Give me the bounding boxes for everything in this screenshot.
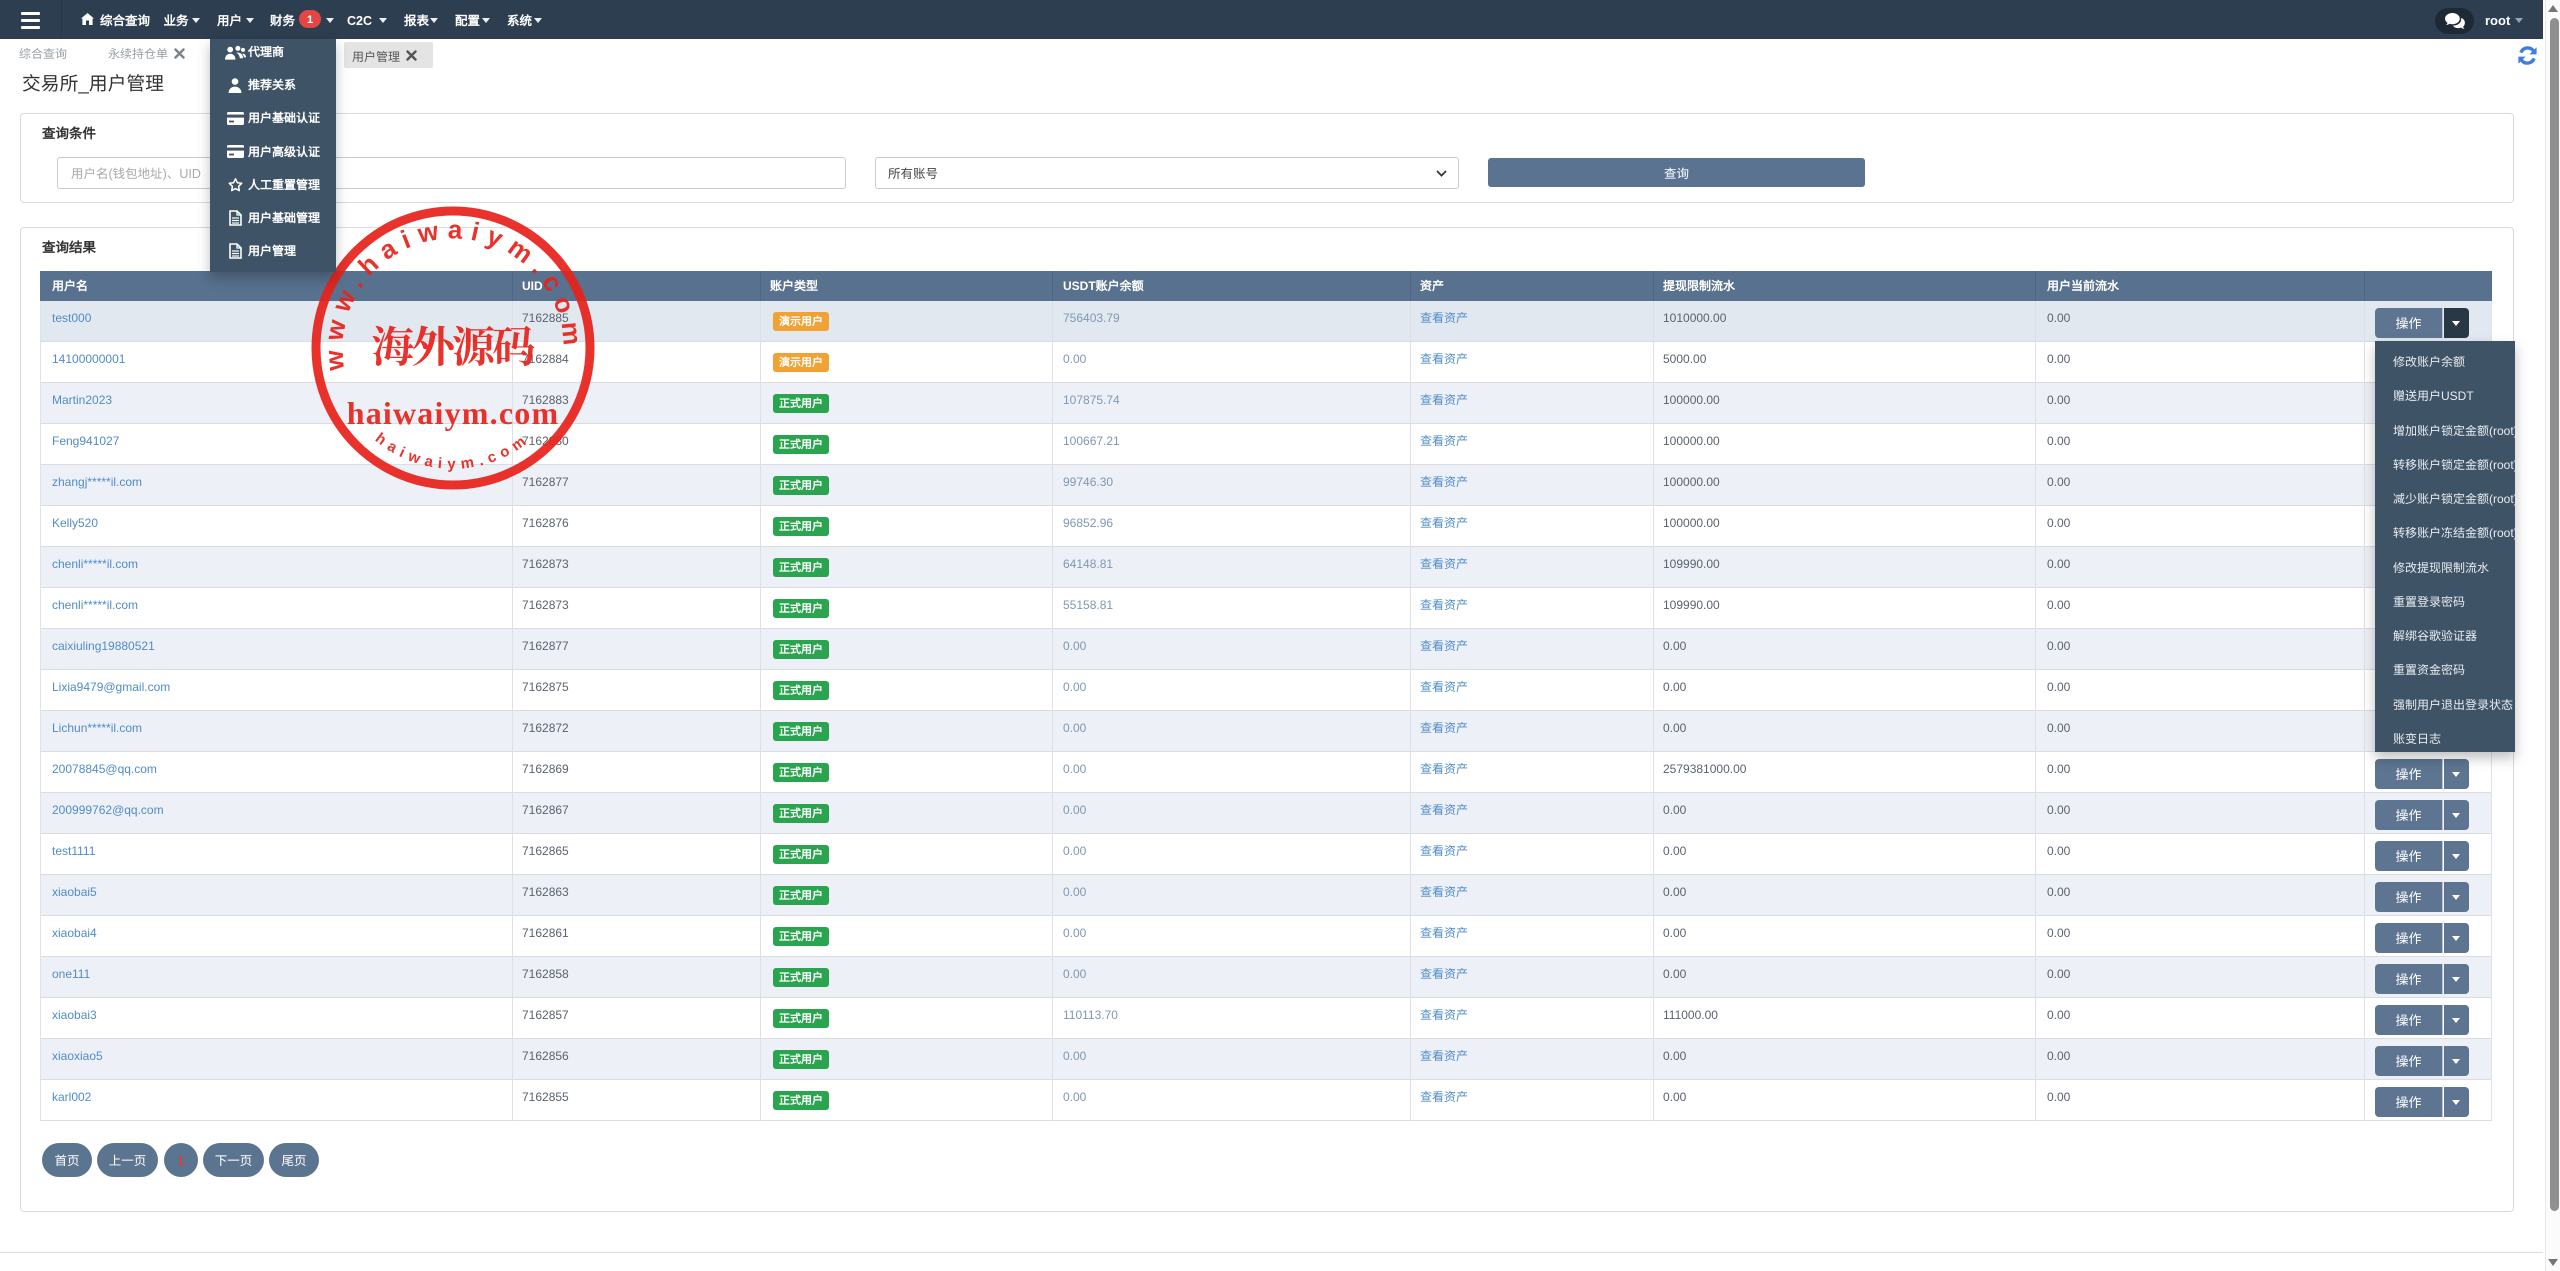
svg-text:haiwaiym.com: haiwaiym.com bbox=[372, 430, 534, 473]
svg-text:haiwaiym.com: haiwaiym.com bbox=[347, 395, 560, 431]
svg-text:海外源码: 海外源码 bbox=[371, 314, 535, 375]
